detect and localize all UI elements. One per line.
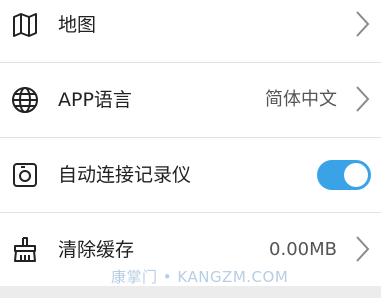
language-value: 简体中文 — [265, 89, 337, 110]
chevron-right-icon — [353, 9, 371, 39]
broom-icon — [11, 235, 39, 263]
globe-icon — [11, 86, 39, 114]
map-icon — [11, 11, 39, 39]
camera-icon — [11, 161, 39, 189]
watermark: 康掌门 • KANGZM.COM — [111, 268, 289, 286]
toggle-knob — [344, 163, 368, 187]
settings-row-auto-connect-label: 自动连接记录仪 — [58, 164, 192, 186]
settings-list: 地图 APP语言 简体中文 自动连接记录仪 清除缓存 0.00MB — [0, 0, 381, 286]
settings-row-language-label: APP语言 — [58, 89, 132, 111]
settings-row-clear-cache-label: 清除缓存 — [58, 239, 135, 261]
chevron-right-icon — [353, 84, 371, 114]
settings-row-map-label: 地图 — [58, 14, 97, 36]
settings-row-map[interactable]: 地图 — [0, 0, 381, 62]
settings-row-auto-connect: 自动连接记录仪 — [0, 138, 381, 212]
auto-connect-toggle[interactable] — [317, 160, 371, 190]
chevron-right-icon — [353, 234, 371, 264]
cache-size-value: 0.00MB — [269, 239, 337, 260]
settings-row-language[interactable]: APP语言 简体中文 — [0, 63, 381, 137]
